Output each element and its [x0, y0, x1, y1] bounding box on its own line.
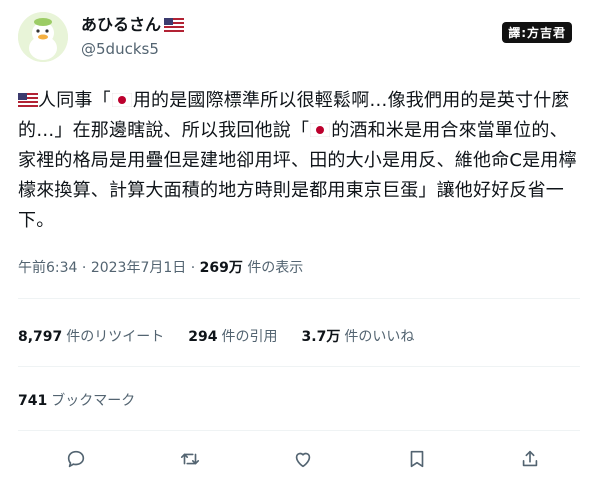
share-icon [522, 450, 538, 467]
share-button[interactable] [512, 444, 548, 474]
tweet-text: 人同事「 用的是國際標準所以很輕鬆啊…像我們用的是英寸什麼的…」在那邊瞎說、所以… [18, 86, 582, 236]
bookmarks-stat[interactable]: 741 ブックマーク [18, 390, 135, 410]
retweet-icon [180, 453, 199, 465]
user-handle[interactable]: @5ducks5 [81, 38, 184, 60]
retweet-button[interactable] [172, 444, 208, 474]
quotes-stat[interactable]: 294 件の引用 [188, 326, 277, 346]
divider [18, 366, 580, 367]
bookmarks-count: 741 [18, 393, 48, 409]
reply-icon [67, 450, 85, 468]
display-name-text: あひるさん [81, 15, 162, 34]
meta-separator: · [81, 260, 87, 276]
display-name[interactable]: あひるさん [81, 14, 185, 36]
retweets-stat[interactable]: 8,797 件のリツイート [18, 326, 164, 346]
retweets-label: 件のリツイート [66, 329, 165, 345]
meta-separator: · [190, 260, 196, 276]
us-flag-icon [18, 93, 38, 107]
bookmark-button[interactable] [399, 444, 435, 474]
likes-count: 3.7万 [301, 329, 341, 345]
jp-flag-icon [310, 123, 331, 137]
us-flag-icon [164, 18, 185, 32]
divider [18, 298, 580, 299]
tweet-meta: 午前6:34 · 2023年7月1日 · 269万 件の表示 [18, 258, 303, 278]
translator-watermark: 譯:方吉君 [502, 22, 572, 43]
divider [18, 430, 580, 431]
quotes-count: 294 [188, 329, 218, 345]
views-count: 269万 [199, 260, 243, 276]
views-label: 件の表示 [247, 260, 304, 276]
tweet-actions [58, 444, 548, 474]
reply-button[interactable] [58, 444, 94, 474]
like-button[interactable] [285, 444, 321, 474]
quotes-label: 件の引用 [221, 329, 278, 345]
tweet-header: あひるさん @5ducks5 譯:方吉君 [18, 12, 580, 66]
likes-label: 件のいいね [344, 329, 415, 345]
heart-icon [295, 452, 311, 468]
bookmarks-label: ブックマーク [51, 393, 136, 409]
avatar[interactable] [18, 12, 68, 62]
bookmark-icon [410, 450, 423, 468]
jp-flag-icon [111, 93, 132, 107]
engagement-stats: 8,797 件のリツイート 294 件の引用 3.7万 件のいいね [18, 326, 414, 346]
tweet-text-part-1: 人同事「 [38, 90, 111, 111]
tweet-date[interactable]: 2023年7月1日 [91, 260, 186, 276]
retweets-count: 8,797 [18, 329, 63, 345]
user-block: あひるさん @5ducks5 [81, 14, 185, 60]
tweet-time[interactable]: 午前6:34 [18, 260, 77, 276]
likes-stat[interactable]: 3.7万 件のいいね [302, 326, 415, 346]
duck-avatar-icon [18, 12, 68, 62]
